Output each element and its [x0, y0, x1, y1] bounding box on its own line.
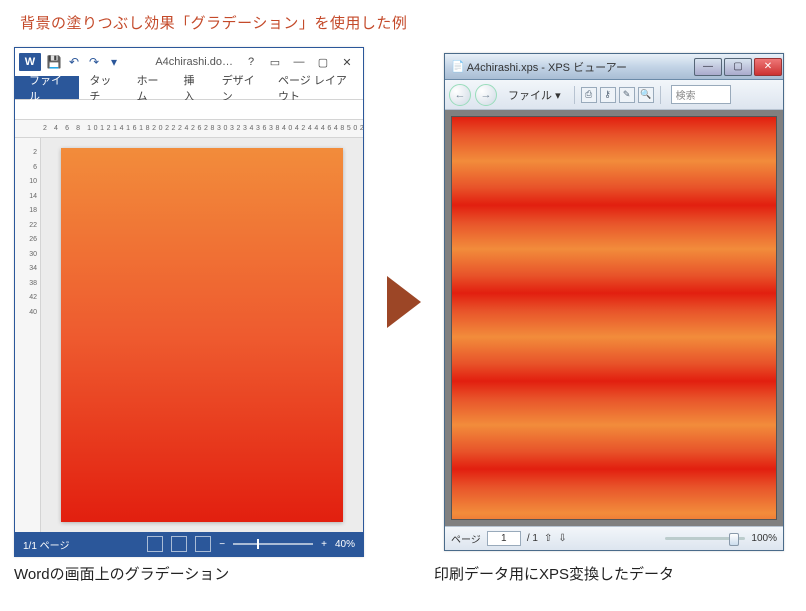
xps-titlebar: 📄 A4chirashi.xps - XPS ビューアー — ▢ ✕ — [445, 54, 783, 80]
gradient-page — [61, 148, 343, 522]
tab-file[interactable]: ファイル — [15, 76, 79, 99]
chevron-down-icon: ▾ — [555, 90, 561, 102]
qat-customize-icon[interactable]: ▾ — [107, 55, 121, 69]
page-up-button[interactable]: ⇧ — [544, 533, 552, 544]
print-layout-icon[interactable] — [171, 536, 187, 552]
xps-canvas[interactable] — [445, 110, 783, 526]
tab-page-layout[interactable]: ページ レイアウト — [268, 76, 363, 99]
page-total: / 1 — [527, 533, 538, 544]
page-indicator[interactable]: 1/1 ページ — [23, 537, 69, 552]
page-title: 背景の塗りつぶし効果「グラデーション」を使用した例 — [0, 0, 806, 47]
file-menu[interactable]: ファイル ▾ — [501, 84, 568, 106]
caption-xps: 印刷データ用にXPS変換したデータ — [434, 563, 674, 584]
word-statusbar: 1/1 ページ − + 40% — [15, 532, 363, 556]
page-label: ページ — [451, 531, 481, 546]
save-icon[interactable]: 💾 — [47, 55, 61, 69]
zoom-in-button[interactable]: + — [321, 539, 327, 550]
zoom-out-button[interactable]: − — [219, 539, 225, 550]
xps-toolbar: ← → ファイル ▾ ⎙ ⚷ ✎ 🔍 検索 — [445, 80, 783, 110]
tab-design[interactable]: デザイン — [212, 76, 268, 99]
caption-word: Wordの画面上のグラデーション — [14, 563, 434, 584]
permissions-icon[interactable]: ⚷ — [600, 87, 616, 103]
ribbon-display-button[interactable]: ▭ — [263, 50, 287, 74]
print-icon[interactable]: ⎙ — [581, 87, 597, 103]
page-down-button[interactable]: ⇩ — [558, 533, 566, 544]
word-window: W 💾 ↶ ↷ ▾ A4chirashi.do… ? ▭ — ▢ ✕ ファイル … — [14, 47, 364, 557]
xps-viewer-window: 📄 A4chirashi.xps - XPS ビューアー — ▢ ✕ ← → フ… — [444, 53, 784, 551]
close-button[interactable]: ✕ — [754, 58, 782, 76]
word-logo-icon: W — [19, 53, 41, 71]
zoom-percent[interactable]: 40% — [335, 539, 355, 550]
zoom-icon[interactable]: 🔍 — [638, 87, 654, 103]
xps-banded-gradient-page — [451, 116, 777, 520]
vertical-ruler: 2 6 10 14 18 22 26 30 34 38 42 40 — [15, 138, 41, 532]
horizontal-ruler: 2 4 6 8 10121416182022242628303234363840… — [15, 120, 363, 138]
read-mode-icon[interactable] — [147, 536, 163, 552]
nav-forward-button[interactable]: → — [475, 84, 497, 106]
restore-button[interactable]: ▢ — [311, 50, 335, 74]
document-title: A4chirashi.do… — [155, 56, 239, 68]
help-button[interactable]: ? — [239, 50, 263, 74]
redo-icon[interactable]: ↷ — [87, 55, 101, 69]
ribbon-tabs: ファイル タッチ ホーム 挿入 デザイン ページ レイアウト — [15, 76, 363, 100]
tab-touch[interactable]: タッチ — [79, 76, 126, 99]
signatures-icon[interactable]: ✎ — [619, 87, 635, 103]
web-layout-icon[interactable] — [195, 536, 211, 552]
ribbon-strip — [15, 100, 363, 120]
nav-back-button[interactable]: ← — [449, 84, 471, 106]
close-button[interactable]: ✕ — [335, 50, 359, 74]
zoom-slider[interactable] — [665, 537, 745, 540]
xps-statusbar: ページ 1 / 1 ⇧ ⇩ 100% — [445, 526, 783, 550]
minimize-button[interactable]: — — [694, 58, 722, 76]
xps-window-title: A4chirashi.xps - XPS ビューアー — [465, 59, 693, 75]
zoom-slider[interactable] — [233, 543, 313, 545]
tab-home[interactable]: ホーム — [127, 76, 174, 99]
word-canvas[interactable] — [41, 138, 363, 532]
maximize-button[interactable]: ▢ — [724, 58, 752, 76]
xps-app-icon: 📄 — [451, 60, 465, 73]
tab-insert[interactable]: 挿入 — [174, 76, 212, 99]
zoom-percent[interactable]: 100% — [751, 533, 777, 544]
undo-icon[interactable]: ↶ — [67, 55, 81, 69]
minimize-button[interactable]: — — [287, 50, 311, 74]
page-number-input[interactable]: 1 — [487, 531, 521, 546]
arrow-right-icon — [387, 276, 421, 328]
search-input[interactable]: 検索 — [671, 85, 731, 104]
